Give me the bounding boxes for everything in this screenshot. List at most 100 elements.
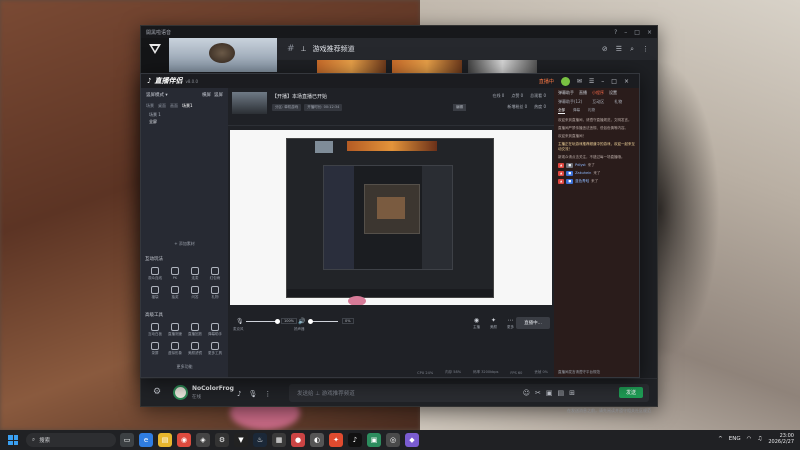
panel-tab[interactable]: 弹幕助手 [558, 90, 574, 96]
mode-dropdown[interactable]: 竖屏模式 ▾ [146, 92, 168, 98]
filter-tab[interactable]: 弹幕 [573, 108, 580, 114]
mode-tab-landscape[interactable]: 横屏 [202, 92, 211, 98]
anchor-button[interactable]: ◉ 主播 [473, 317, 480, 330]
speaker-volume-slider[interactable] [308, 319, 338, 324]
maximize-icon[interactable]: □ [611, 78, 617, 85]
filter-tab[interactable]: 全部 [558, 108, 565, 114]
room-cover[interactable] [232, 92, 267, 114]
members-icon[interactable]: ☰ [616, 45, 622, 54]
app-icon[interactable]: ⚙ [215, 433, 229, 447]
edit-room-button[interactable]: 编辑 [453, 104, 466, 111]
add-source-button[interactable]: + 添加素材 [141, 241, 228, 247]
folder-icon[interactable]: ▤ [158, 433, 172, 447]
comment-tab[interactable]: 弹幕助手(12) [558, 99, 582, 105]
settings-icon[interactable]: ⋮ [264, 390, 271, 398]
taskbar-search[interactable]: ⌕ 搜索 [26, 433, 116, 447]
task-view-icon[interactable]: ▭ [120, 433, 134, 447]
send-button[interactable]: 发送 [619, 387, 643, 398]
image-icon[interactable]: ▣ [546, 389, 553, 397]
chrome-icon[interactable]: ◉ [177, 433, 191, 447]
tool-item[interactable]: 美颜滤镜 [185, 342, 205, 356]
tray-chevron-icon[interactable]: ^ [718, 436, 723, 442]
mute-icon[interactable]: ⊘ [602, 45, 608, 54]
more-button[interactable]: ⋯ 更多 [507, 317, 514, 330]
close-icon[interactable]: × [624, 78, 629, 85]
live-button[interactable]: 直播中... [516, 317, 550, 329]
avatar[interactable] [173, 385, 188, 400]
input-hint: 在发送消息之前，请先阅读并遵守相关社区规范 [567, 408, 651, 413]
search-icon[interactable]: ⌕ [630, 45, 634, 54]
tool-item[interactable]: 弹幕助手 [205, 323, 225, 337]
menu-icon[interactable]: ☰ [589, 78, 594, 85]
mail-icon[interactable]: ✉ [577, 78, 582, 85]
interact-item[interactable]: 礼物 [205, 286, 225, 300]
interact-item[interactable]: PK [165, 267, 185, 281]
steam-icon[interactable]: ♨ [253, 433, 267, 447]
help-icon[interactable]: ? [614, 29, 617, 36]
scene-tab[interactable]: 画面 [170, 103, 178, 109]
panel-tab[interactable]: 小程序 [592, 90, 604, 96]
scene-tab[interactable]: 桌面 [158, 103, 166, 109]
tool-item[interactable]: 直播回放 [185, 323, 205, 337]
more-icon[interactable]: ⋮ [642, 45, 649, 54]
headset-icon[interactable]: ♪ [237, 390, 241, 398]
comment-tab[interactable]: 互动区 [592, 99, 604, 105]
tray-lang[interactable]: ENG [729, 436, 741, 442]
beauty-button[interactable]: ✦ 美颜 [490, 317, 497, 330]
speaker-icon[interactable]: 🔊 [298, 318, 305, 325]
interact-item[interactable]: 福袋 [145, 286, 165, 300]
stream-preview[interactable] [230, 130, 552, 305]
app-icon[interactable]: ● [291, 433, 305, 447]
comment-tab[interactable]: 礼物 [614, 99, 622, 105]
filter-tab[interactable]: 礼物 [588, 108, 595, 114]
gift-icon[interactable]: ⊞ [569, 389, 575, 397]
interact-item[interactable]: 观众连线 [145, 267, 165, 281]
user-action: 来了 [587, 163, 595, 167]
edge-icon[interactable]: e [139, 433, 153, 447]
tool-item[interactable]: 直播测速 [165, 323, 185, 337]
clock[interactable]: 23:00 2026/2/27 [768, 433, 794, 445]
mode-tab-portrait[interactable]: 竖屏 [214, 92, 223, 98]
close-icon[interactable]: × [647, 29, 652, 36]
scene-tab[interactable]: 场景 [146, 103, 154, 109]
volume-icon[interactable]: ♫ [757, 436, 762, 442]
panel-tab[interactable]: 设置 [609, 90, 617, 96]
tool-item[interactable]: 虚拟形象 [165, 342, 185, 356]
scene-tab[interactable]: 场景1 [182, 103, 193, 109]
interact-item[interactable]: 问答 [185, 286, 205, 300]
scene-item[interactable]: 全屏 [141, 117, 228, 124]
maximize-icon[interactable]: □ [634, 29, 640, 36]
interact-item[interactable]: 连麦 [185, 267, 205, 281]
tool-item[interactable]: 录屏 [145, 342, 165, 356]
avatar[interactable] [560, 77, 570, 86]
app-icon[interactable]: ✦ [329, 433, 343, 447]
scissors-icon[interactable]: ✂ [535, 389, 541, 397]
more-tools-button[interactable]: 更多功能 [141, 364, 228, 370]
windows-start-icon[interactable] [8, 435, 18, 445]
app-icon[interactable]: ◆ [405, 433, 419, 447]
emoji-icon[interactable]: ☺ [523, 389, 530, 397]
scene-item[interactable]: 场景 1 [141, 110, 228, 117]
message-input[interactable]: 发送给 ⊥ 游戏推荐频道 ☺ ✂ ▣ ▤ ⊞ 发送 [289, 384, 649, 402]
app-icon[interactable]: ▦ [272, 433, 286, 447]
minimize-icon[interactable]: – [624, 29, 627, 36]
interact-item[interactable]: 红包雨 [205, 267, 225, 281]
microphone-icon[interactable]: 🎙 [236, 318, 244, 325]
app-icon[interactable]: ◈ [196, 433, 210, 447]
tool-item[interactable]: 更多工具 [205, 342, 225, 356]
file-icon[interactable]: ▤ [558, 389, 565, 397]
kook-icon[interactable]: ▼ [234, 433, 248, 447]
panel-tab[interactable]: 直播 [579, 90, 587, 96]
mic-volume-slider[interactable] [246, 319, 280, 324]
microphone-icon[interactable]: 🎙 [248, 390, 257, 398]
gear-icon[interactable]: ⚙ [153, 387, 161, 397]
tiktok-icon[interactable]: ♪ [348, 433, 362, 447]
app-logo-icon[interactable] [149, 44, 161, 54]
tool-item[interactable]: 互动白板 [145, 323, 165, 337]
app-icon[interactable]: ◐ [310, 433, 324, 447]
interact-item[interactable]: 抽奖 [165, 286, 185, 300]
app-icon[interactable]: ▣ [367, 433, 381, 447]
minimize-icon[interactable]: – [601, 78, 604, 85]
app-icon[interactable]: ◎ [386, 433, 400, 447]
wifi-icon[interactable]: ◠ [747, 436, 752, 442]
